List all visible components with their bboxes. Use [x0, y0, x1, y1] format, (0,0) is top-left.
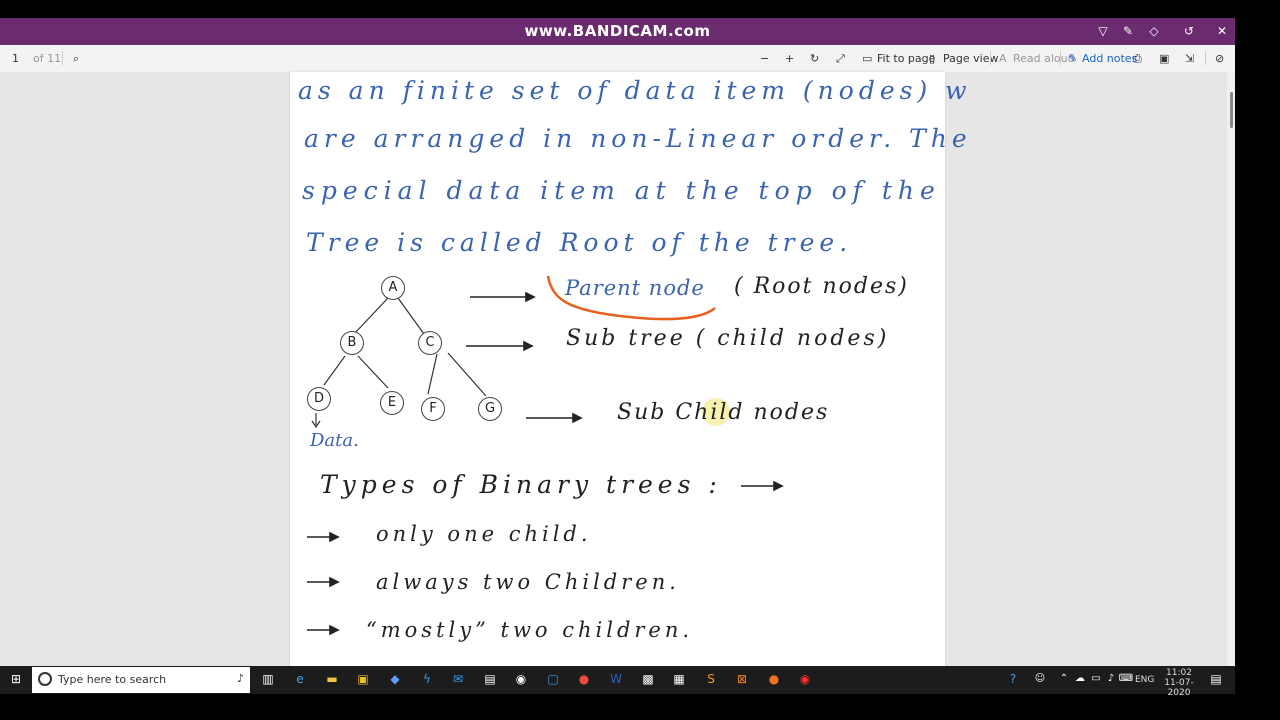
task-view-icon[interactable]: ▥ [260, 671, 276, 687]
types-title: Types of Binary trees : [320, 470, 722, 499]
people-icon[interactable]: ☺ [1032, 671, 1048, 687]
toolbar-divider [62, 51, 63, 65]
camera-icon[interactable]: ◉ [513, 671, 529, 687]
page-view-icon: ▯ [929, 52, 936, 65]
save-as-icon[interactable]: ⇲ [1185, 52, 1194, 65]
store-icon[interactable]: ▣ [355, 671, 371, 687]
zoom-in-icon[interactable]: + [785, 52, 794, 65]
documents-icon[interactable]: ▤ [482, 671, 498, 687]
watermark-text: www.BANDICAM.com [524, 22, 711, 40]
add-notes-button[interactable]: Add notes [1082, 52, 1137, 65]
ink-pen-icon[interactable]: ✎ [1121, 24, 1135, 38]
app-icon[interactable]: ⊠ [734, 671, 750, 687]
touch-write-icon[interactable]: ↺ [1182, 24, 1196, 38]
toolbar-divider [1060, 51, 1061, 65]
pdf-toolbar: 1 of 11 ⌕ − + ↻ ⤢ ▭ Fit to page ▯ Page v… [0, 45, 1235, 73]
tree-node-a: A [381, 276, 405, 300]
language-indicator[interactable]: ENG [1135, 675, 1154, 685]
keyboard-icon[interactable]: ⌨ [1118, 671, 1134, 687]
settings-app-icon[interactable]: ▩ [640, 671, 656, 687]
document-viewer: as an finite set of data item (nodes) w … [0, 72, 1235, 666]
search-icon[interactable]: ⌕ [73, 52, 79, 66]
taskbar-search-box[interactable]: Type here to search ♪ [32, 667, 250, 693]
bandicam-record-icon[interactable]: ◉ [797, 671, 813, 687]
tree-node-b: B [340, 331, 364, 355]
fullscreen-icon[interactable]: ⤢ [836, 52, 845, 66]
fit-to-page-button[interactable]: Fit to page [877, 52, 935, 65]
bolt-app-icon[interactable]: ϟ [419, 671, 435, 687]
app-icon[interactable]: ▦ [671, 671, 687, 687]
tree-node-e: E [380, 391, 404, 415]
fit-icon: ▭ [862, 52, 873, 65]
highlight-icon[interactable]: ▽ [1096, 24, 1110, 38]
add-notes-icon: ✎ [1068, 52, 1078, 65]
sublime-icon[interactable]: S [703, 671, 719, 687]
print-icon[interactable]: ⎙ [1133, 52, 1142, 66]
vertical-scrollbar[interactable] [1227, 72, 1235, 666]
page-number-input[interactable]: 1 [12, 52, 19, 65]
volume-icon[interactable]: ♪ [1103, 671, 1119, 687]
search-placeholder: Type here to search [58, 673, 167, 686]
microphone-icon[interactable]: ♪ [237, 672, 244, 685]
read-aloud-button[interactable]: Read aloud [1013, 52, 1075, 65]
screen: www.BANDICAM.com ▽ ✎ ◇ ↺ ✕ 1 of 11 ⌕ − +… [0, 0, 1280, 720]
read-aloud-icon: A [999, 52, 1007, 65]
data-label: Data. [310, 430, 359, 451]
tree-node-c: C [418, 331, 442, 355]
app-icon[interactable]: ▢ [545, 671, 561, 687]
clock-time: 11:02 [1166, 668, 1192, 678]
windows-start-icon[interactable]: ⊞ [8, 671, 24, 687]
pin-icon[interactable]: ⊘ [1215, 52, 1224, 65]
tree-node-g: G [478, 397, 502, 421]
taskbar: ⊞ Type here to search ♪ ▥ e ▬ ▣ ◆ ϟ ✉ ▤ … [0, 666, 1235, 698]
edge-icon[interactable]: e [292, 671, 308, 687]
battery-icon[interactable]: ▭ [1088, 671, 1104, 687]
file-explorer-icon[interactable]: ▬ [324, 671, 340, 687]
root-nodes-label: ( Root nodes) [734, 274, 909, 299]
type-item: “mostly” two children. [366, 618, 694, 642]
tree-node-f: F [421, 397, 445, 421]
pdf-page: as an finite set of data item (nodes) w … [290, 72, 967, 666]
page-total: of 11 [33, 52, 62, 65]
mail-icon[interactable]: ✉ [450, 671, 466, 687]
save-icon[interactable]: ▣ [1159, 52, 1169, 65]
scrollbar-thumb[interactable] [1230, 92, 1233, 128]
sub-child-nodes-label: Sub Child nodes [617, 400, 830, 425]
close-icon[interactable]: ✕ [1215, 24, 1229, 38]
eraser-icon[interactable]: ◇ [1147, 24, 1161, 38]
network-icon[interactable]: ☁ [1072, 671, 1088, 687]
help-icon[interactable]: ? [1005, 671, 1021, 687]
toolbar-divider [1205, 51, 1206, 65]
chrome-icon[interactable]: ● [576, 671, 592, 687]
type-item: only one child. [376, 522, 592, 546]
firefox-icon[interactable]: ● [766, 671, 782, 687]
rotate-icon[interactable]: ↻ [810, 52, 819, 65]
parent-node-label: Parent node [565, 276, 705, 300]
zoom-out-icon[interactable]: − [760, 52, 769, 65]
chevron-up-icon[interactable]: ⌃ [1056, 671, 1072, 687]
notification-icon[interactable]: ▤ [1208, 671, 1224, 687]
dropbox-icon[interactable]: ◆ [387, 671, 403, 687]
search-icon [38, 672, 52, 686]
viewer-titlebar: www.BANDICAM.com ▽ ✎ ◇ ↺ ✕ [0, 18, 1235, 45]
sub-tree-label: Sub tree ( child nodes) [566, 326, 890, 351]
clock-date: 11-07-2020 [1164, 678, 1194, 698]
tree-node-d: D [307, 387, 331, 411]
toolbar-divider [990, 51, 991, 65]
word-icon[interactable]: W [608, 671, 624, 687]
type-item: always two Children. [376, 570, 680, 594]
clock[interactable]: 11:02 11-07-2020 [1158, 668, 1200, 698]
